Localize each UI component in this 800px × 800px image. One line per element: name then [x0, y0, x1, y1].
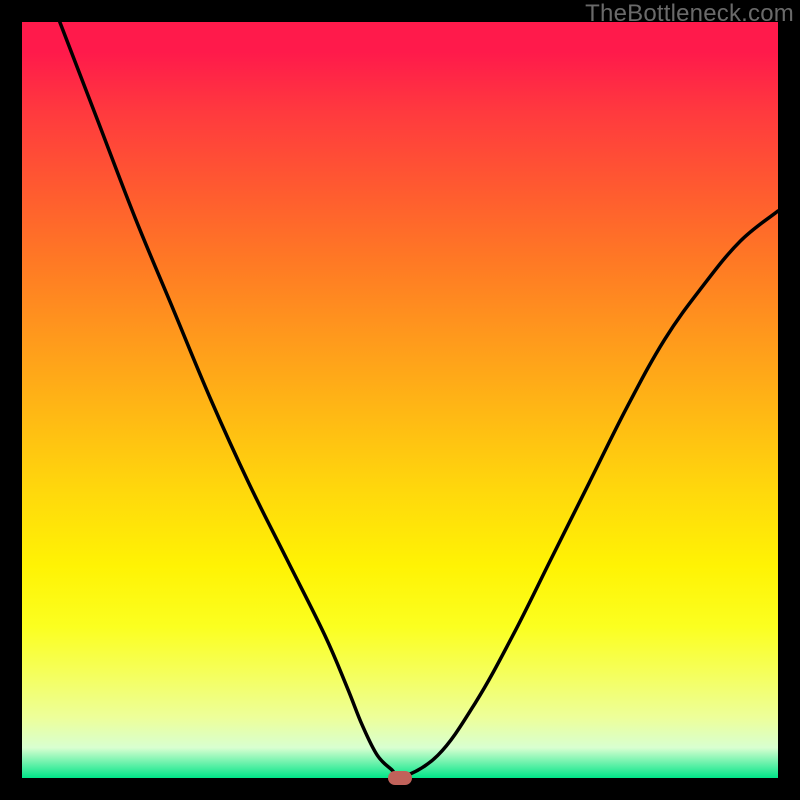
bottleneck-curve	[22, 22, 778, 778]
chart-plot-area	[22, 22, 778, 778]
chart-frame: TheBottleneck.com	[0, 0, 800, 800]
optimal-marker	[388, 771, 412, 785]
watermark-text: TheBottleneck.com	[585, 0, 794, 28]
